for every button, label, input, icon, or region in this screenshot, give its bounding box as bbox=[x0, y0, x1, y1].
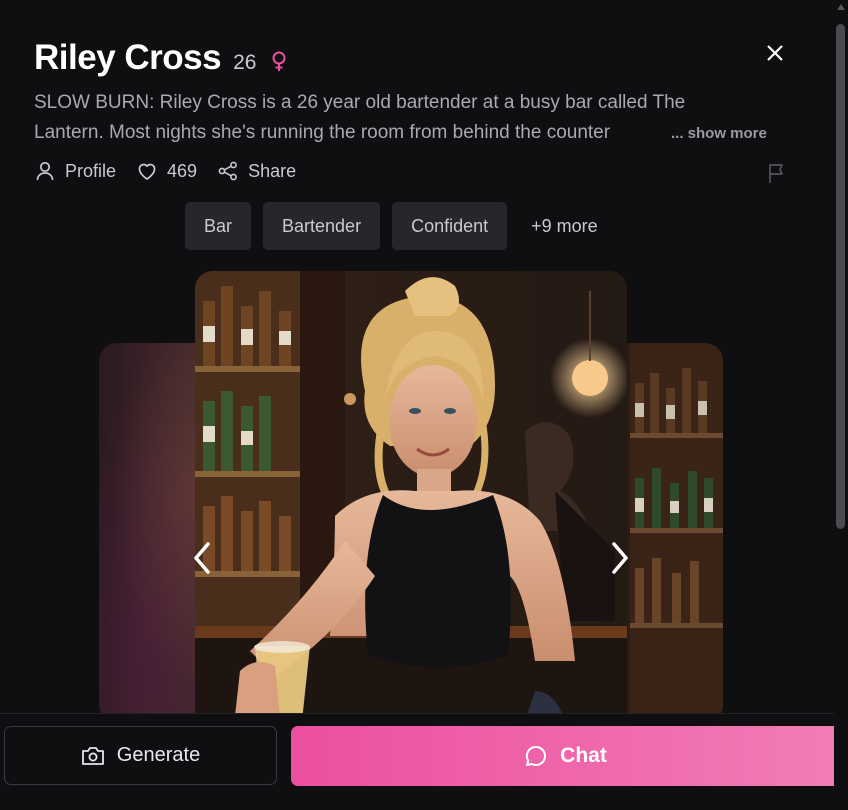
chevron-right-icon bbox=[612, 542, 628, 574]
report-button[interactable] bbox=[767, 162, 787, 184]
generate-label: Generate bbox=[116, 744, 201, 766]
show-more-link[interactable]: ... show more bbox=[671, 119, 767, 149]
gender-female-icon bbox=[268, 50, 290, 72]
close-button[interactable] bbox=[762, 40, 788, 66]
character-modal: Riley Cross 26 SLOW BURN: Riley Cross is… bbox=[0, 0, 848, 810]
share-label: Share bbox=[248, 160, 297, 181]
scroll-up-arrow[interactable] bbox=[837, 4, 845, 10]
character-age: 26 bbox=[233, 51, 257, 74]
close-icon bbox=[767, 45, 783, 61]
chat-bubble-icon bbox=[526, 745, 547, 766]
tag[interactable]: Bar bbox=[185, 202, 252, 250]
like-count: 469 bbox=[167, 160, 198, 181]
generate-button[interactable]: Generate bbox=[4, 726, 277, 785]
chat-button[interactable]: Chat bbox=[291, 726, 840, 786]
character-name: Riley Cross bbox=[34, 38, 222, 77]
description-line: Lantern. Most nights she's running the r… bbox=[34, 122, 611, 143]
tag[interactable]: Bartender bbox=[263, 202, 381, 250]
scroll-thumb[interactable] bbox=[836, 24, 845, 529]
title-row: Riley Cross 26 bbox=[34, 38, 290, 78]
user-icon bbox=[36, 161, 54, 181]
character-photo bbox=[195, 271, 627, 721]
scrollbar[interactable] bbox=[834, 0, 848, 809]
share-icon bbox=[218, 161, 237, 181]
tag-list: Bar Bartender Confident +9 more bbox=[185, 202, 610, 250]
previous-image-button[interactable] bbox=[190, 540, 214, 576]
camera-icon bbox=[81, 746, 104, 765]
main-character-image[interactable] bbox=[195, 271, 627, 721]
share-button[interactable]: Share bbox=[217, 160, 296, 182]
character-description: SLOW BURN: Riley Cross is a 26 year old … bbox=[34, 88, 774, 149]
tag[interactable]: Confident bbox=[392, 202, 508, 250]
action-row: Profile 469 Share bbox=[34, 160, 296, 182]
flag-icon bbox=[769, 164, 783, 183]
profile-button[interactable]: Profile bbox=[34, 160, 116, 182]
chat-label: Chat bbox=[560, 744, 607, 767]
heart-icon bbox=[138, 163, 156, 180]
profile-label: Profile bbox=[65, 160, 117, 181]
more-tags-link[interactable]: +9 more bbox=[519, 202, 610, 250]
next-image-button[interactable] bbox=[608, 540, 632, 576]
chevron-left-icon bbox=[194, 542, 210, 574]
description-line: SLOW BURN: Riley Cross is a 26 year old … bbox=[34, 92, 686, 113]
like-button[interactable]: 469 bbox=[136, 160, 197, 182]
